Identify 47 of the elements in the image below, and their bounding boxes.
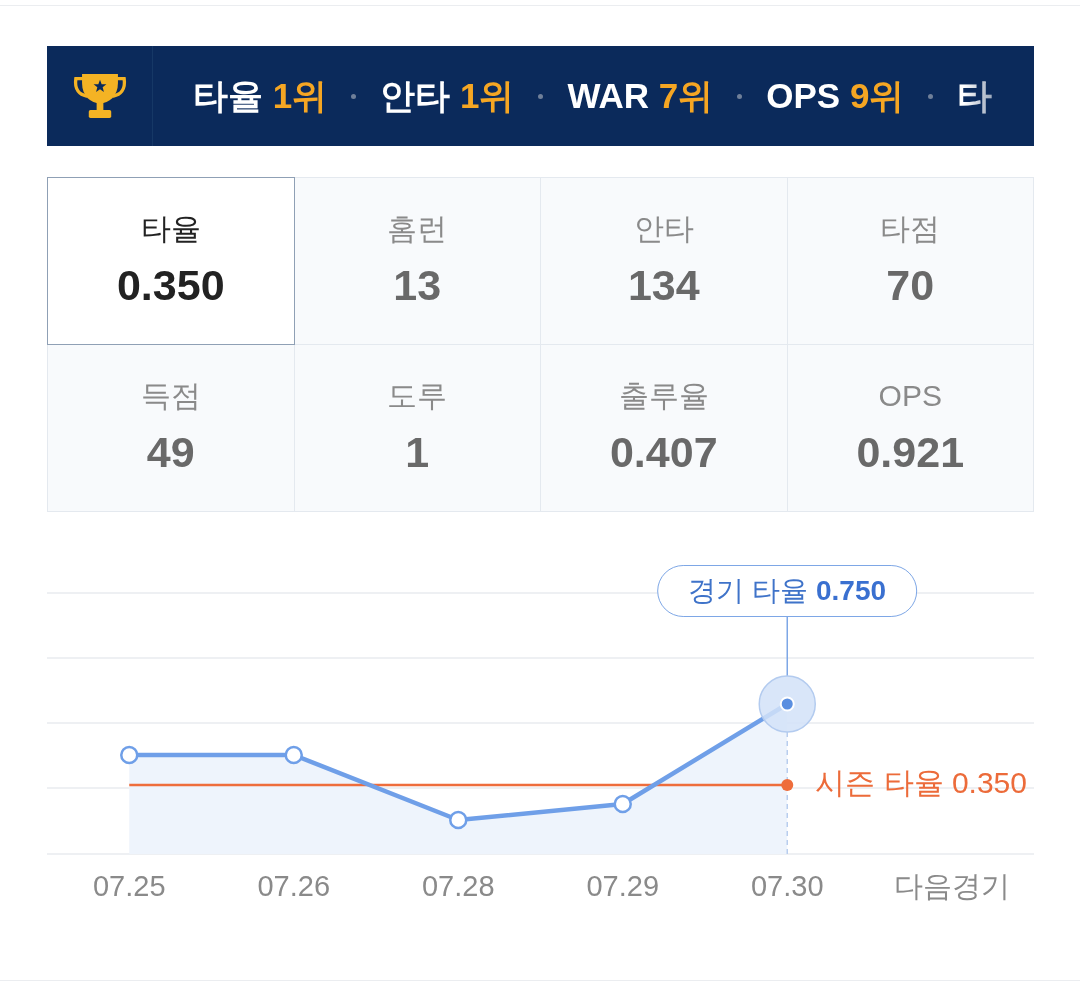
data-point[interactable] (120, 745, 139, 765)
stat-value: 0.350 (116, 260, 225, 311)
separator-dot-icon (538, 93, 544, 99)
ranking-item: WAR 7위 (567, 75, 714, 117)
stat-value: 13 (393, 260, 442, 311)
stat-label: 출루율 (618, 378, 709, 414)
stat-label: 타점 (880, 211, 941, 247)
stat-label: OPS (878, 378, 942, 414)
separator-dot-icon (928, 93, 934, 99)
stat-label: 홈런 (387, 211, 448, 247)
stat-value: 49 (146, 427, 195, 478)
separator-dot-icon (351, 93, 357, 99)
date-label: 07.28 (421, 869, 495, 904)
date-label: 07.29 (586, 869, 660, 904)
ranking-item: 안타 1위 (380, 75, 515, 117)
stat-tile[interactable]: 득점 49 (48, 345, 294, 511)
average-label: 시즌 타율 0.350 (815, 765, 1027, 801)
ranking-item: 타 (957, 75, 993, 117)
date-label: 07.26 (257, 869, 331, 904)
next-game-label: 다음경기 (893, 869, 1010, 904)
stat-label: 득점 (140, 378, 201, 414)
stat-value: 0.921 (856, 427, 965, 478)
stat-tile[interactable]: OPS 0.921 (787, 345, 1033, 511)
date-label: 07.30 (750, 869, 824, 904)
value-callout: 경기 타율 0.750 (657, 565, 918, 617)
stat-value: 134 (627, 260, 700, 311)
stat-label: 안타 (633, 211, 694, 247)
data-point[interactable] (613, 794, 632, 814)
stat-value: 1 (405, 427, 430, 478)
stat-tile[interactable]: 타율 0.350 (48, 178, 294, 344)
stat-value: 0.407 (609, 427, 718, 478)
stat-tile[interactable]: 안타 134 (541, 178, 787, 344)
stat-label: 타율 (140, 211, 201, 247)
stat-tile[interactable]: 출루율 0.407 (541, 345, 787, 511)
stat-tile[interactable]: 홈런 13 (294, 178, 540, 344)
data-point[interactable] (449, 810, 468, 830)
data-point[interactable] (284, 745, 303, 765)
highlighted-point[interactable] (758, 675, 816, 733)
date-label: 07.25 (92, 869, 166, 904)
stat-tile[interactable]: 도루 1 (294, 345, 540, 511)
stat-tile[interactable]: 타점 70 (787, 178, 1033, 344)
stat-value: 70 (886, 260, 935, 311)
ranking-item: OPS 9위 (766, 75, 905, 117)
ranking-item: 타율 1위 (193, 75, 328, 117)
stat-label: 도루 (387, 378, 448, 414)
leader-line (786, 616, 788, 677)
separator-dot-icon (737, 93, 743, 99)
